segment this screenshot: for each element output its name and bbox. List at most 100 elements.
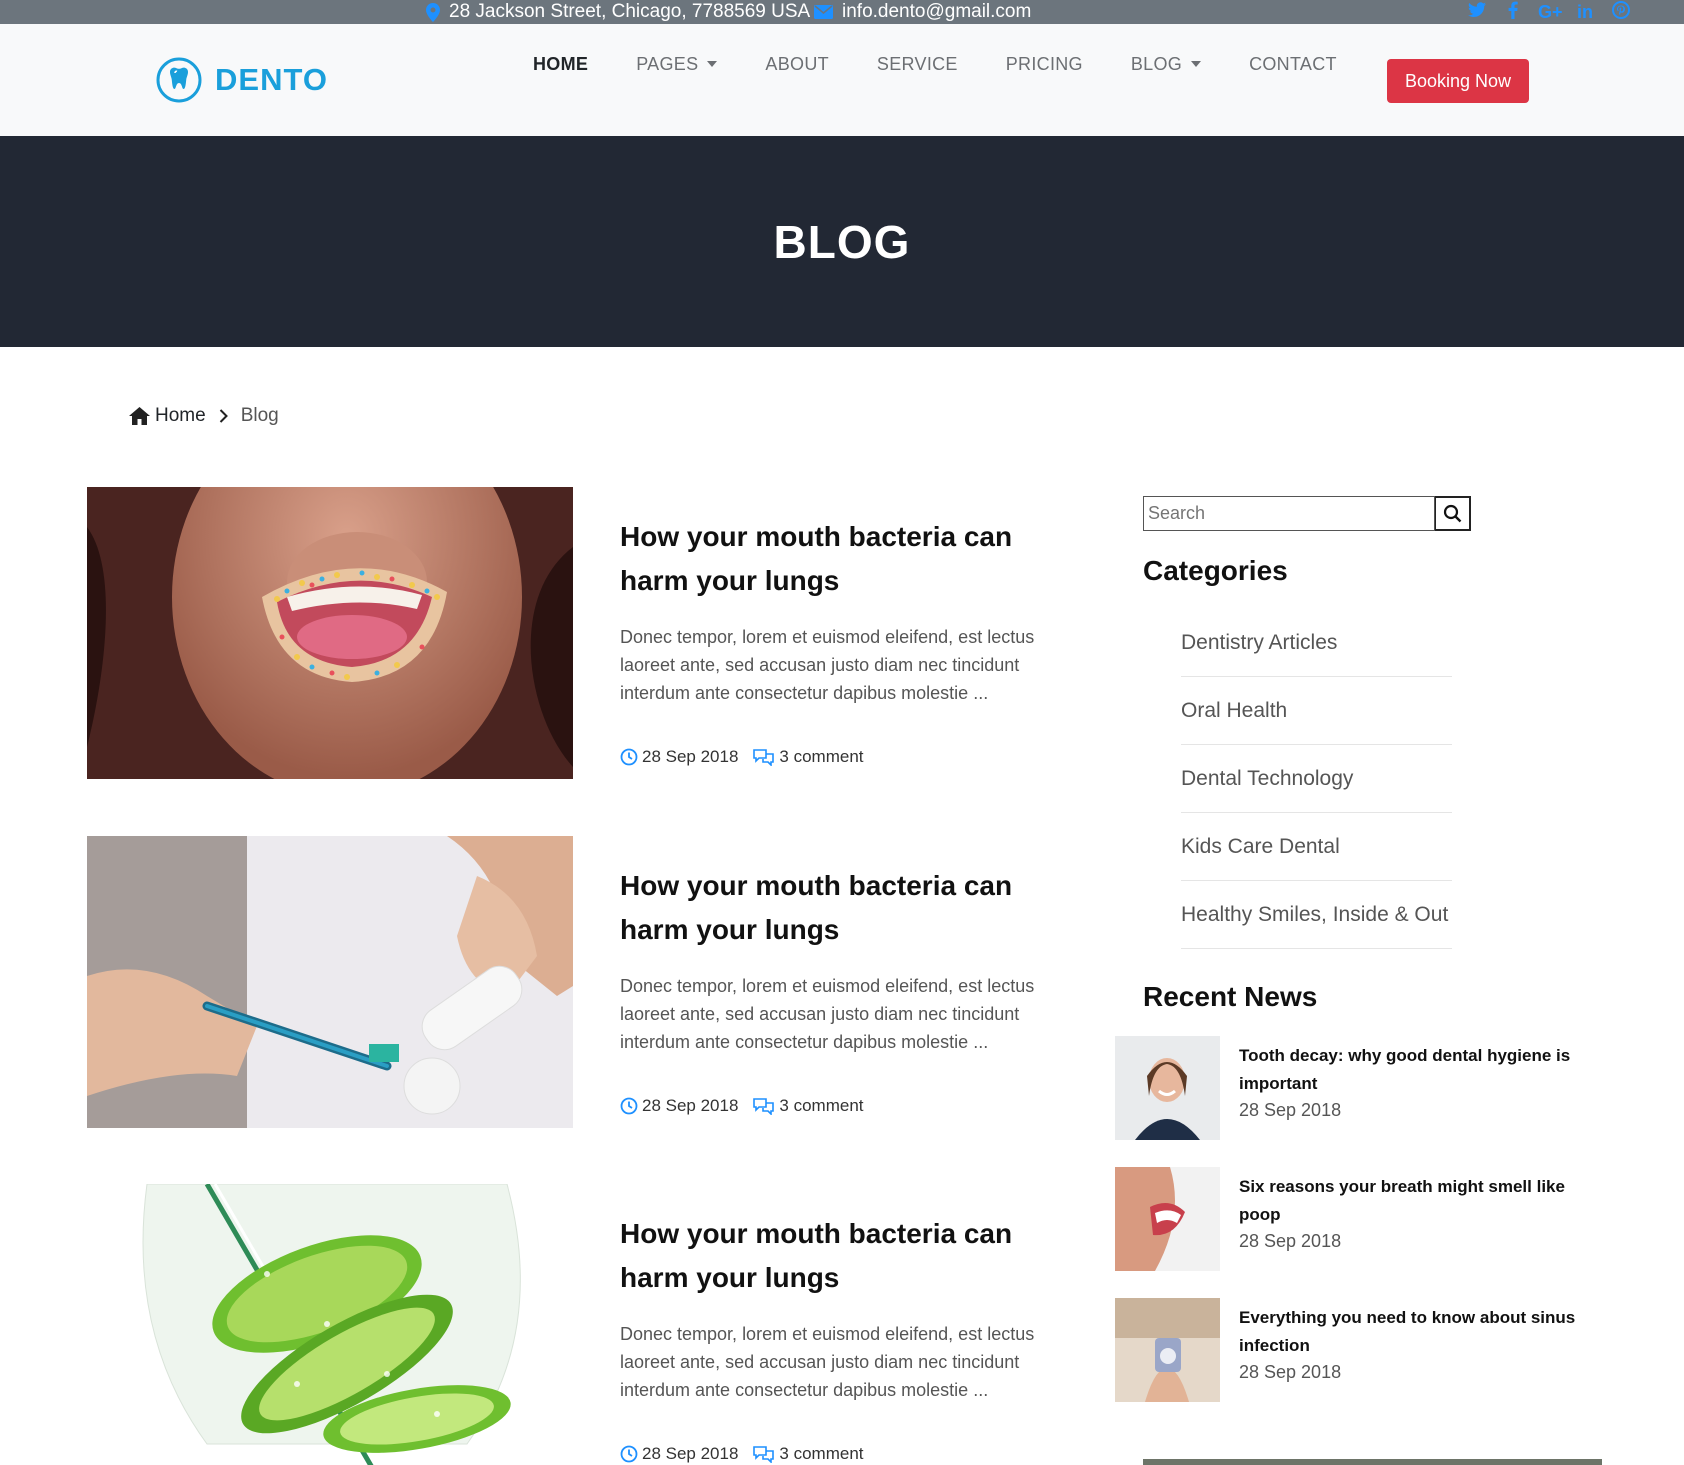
page-hero: BLOG [0,136,1684,347]
recent-news-date: 28 Sep 2018 [1239,1231,1342,1251]
post-comments-text: 3 comment [779,747,864,766]
post-image[interactable] [87,1184,573,1465]
nav-pages-label: PAGES [636,53,699,74]
clock-icon [620,1097,638,1115]
nav-home[interactable]: HOME [533,48,588,80]
search-form [1143,496,1471,531]
comments-icon [753,749,775,766]
blog-post: How your mouth bacteria can harm your lu… [87,1184,1087,1465]
post-date-text: 28 Sep 2018 [642,1096,739,1115]
email-text: info.dento@gmail.com [842,1,1032,22]
caret-down-icon [707,61,718,67]
nav-about[interactable]: ABOUT [765,48,829,80]
post-meta: 28 Sep 2018 3 comment [620,1096,1080,1116]
category-item[interactable]: Dental Technology [1181,745,1452,813]
comments-icon [753,1098,775,1115]
post-title[interactable]: How your mouth bacteria can harm your lu… [620,864,1080,952]
post-body: How your mouth bacteria can harm your lu… [620,864,1080,1116]
post-date-text: 28 Sep 2018 [642,1444,739,1463]
top-info-bar: 28 Jackson Street, Chicago, 7788569 USA … [0,0,1684,24]
post-body: How your mouth bacteria can harm your lu… [620,515,1080,767]
social-links: G+ in [1466,0,1632,24]
recent-news-title[interactable]: Six reasons your breath might smell like… [1239,1173,1589,1229]
recent-news-title[interactable]: Everything you need to know about sinus … [1239,1304,1589,1360]
post-comments-text: 3 comment [779,1444,864,1463]
post-date-text: 28 Sep 2018 [642,747,739,766]
recent-news-text: Everything you need to know about sinus … [1239,1304,1589,1383]
post-meta: 28 Sep 2018 3 comment [620,1444,1080,1464]
address-text: 28 Jackson Street, Chicago, 7788569 USA [449,1,811,22]
main-nav: HOME PAGES ABOUT SERVICE PRICING BLOG CO… [533,48,1385,80]
facebook-icon[interactable] [1502,1,1524,24]
chevron-right-icon [219,409,228,423]
nav-about-label: ABOUT [765,53,829,74]
post-meta: 28 Sep 2018 3 comment [620,747,1080,767]
email-info[interactable]: info.dento@gmail.com [814,0,1031,24]
category-item[interactable]: Dentistry Articles [1181,609,1452,677]
search-icon [1443,504,1462,523]
post-excerpt: Donec tempor, lorem et euismod eleifend,… [620,976,1035,1052]
post-comments[interactable]: 3 comment [752,747,864,767]
nav-blog-label: BLOG [1130,53,1183,74]
brand-logo[interactable]: DENTO [155,56,328,104]
breadcrumb-current: Blog [240,405,279,426]
nav-pricing-label: PRICING [1005,53,1083,74]
category-item[interactable]: Kids Care Dental [1181,813,1452,881]
recent-news-date: 28 Sep 2018 [1239,1362,1342,1382]
recent-news-heading: Recent News [1143,981,1318,1012]
nav-blog[interactable]: BLOG [1130,48,1202,80]
post-date: 28 Sep 2018 [620,747,738,767]
map-pin-icon [426,2,440,22]
post-title[interactable]: How your mouth bacteria can harm your lu… [620,515,1080,603]
clock-icon [620,1445,638,1463]
post-body: How your mouth bacteria can harm your lu… [620,1212,1080,1464]
search-button[interactable] [1435,496,1471,531]
recent-news-item[interactable]: Six reasons your breath might smell like… [1115,1167,1595,1271]
twitter-icon[interactable] [1466,1,1488,23]
google-plus-icon[interactable]: G+ [1538,2,1563,23]
home-icon [129,407,150,425]
nav-contact[interactable]: CONTACT [1249,48,1337,80]
categories-list: Dentistry Articles Oral Health Dental Te… [1181,609,1452,949]
comments-icon [753,1446,775,1463]
pinterest-icon[interactable] [1610,0,1632,24]
nav-home-label: HOME [533,53,589,74]
breadcrumb-home-link[interactable]: Home [155,405,206,427]
recent-news-item[interactable]: Everything you need to know about sinus … [1115,1298,1595,1402]
post-image[interactable] [87,487,573,779]
sidebar-banner-image [1143,1459,1602,1465]
blog-post: How your mouth bacteria can harm your lu… [87,487,1087,779]
nav-pricing[interactable]: PRICING [1006,48,1083,80]
booking-now-button[interactable]: Booking Now [1387,59,1529,103]
address-info: 28 Jackson Street, Chicago, 7788569 USA [426,0,810,24]
post-comments[interactable]: 3 comment [752,1444,864,1464]
recent-news-image[interactable] [1115,1298,1220,1402]
recent-news-title[interactable]: Tooth decay: why good dental hygiene is … [1239,1042,1589,1098]
clock-icon [620,748,638,766]
breadcrumb: Home Blog [129,405,279,427]
category-item[interactable]: Oral Health [1181,677,1452,745]
nav-pages[interactable]: PAGES [636,48,718,80]
recent-news-text: Six reasons your breath might smell like… [1239,1173,1589,1252]
nav-service[interactable]: SERVICE [877,48,958,80]
recent-news-image[interactable] [1115,1167,1220,1271]
post-title[interactable]: How your mouth bacteria can harm your lu… [620,1212,1080,1300]
post-comments[interactable]: 3 comment [752,1096,864,1116]
post-date: 28 Sep 2018 [620,1444,738,1464]
page-title: BLOG [773,215,911,268]
search-input[interactable] [1143,496,1435,531]
nav-contact-label: CONTACT [1249,53,1337,74]
post-date: 28 Sep 2018 [620,1096,738,1116]
nav-service-label: SERVICE [876,53,958,74]
category-item[interactable]: Healthy Smiles, Inside & Out [1181,881,1452,949]
recent-news-image[interactable] [1115,1036,1220,1140]
post-image[interactable] [87,836,573,1128]
categories-heading: Categories [1143,555,1288,586]
tooth-logo-icon [156,57,202,103]
recent-news-item[interactable]: Tooth decay: why good dental hygiene is … [1115,1036,1595,1140]
linkedin-icon[interactable]: in [1574,2,1596,23]
brand-name: DENTO [215,62,328,97]
recent-news-date: 28 Sep 2018 [1239,1100,1342,1120]
post-excerpt: Donec tempor, lorem et euismod eleifend,… [620,627,1035,703]
post-comments-text: 3 comment [779,1096,864,1115]
